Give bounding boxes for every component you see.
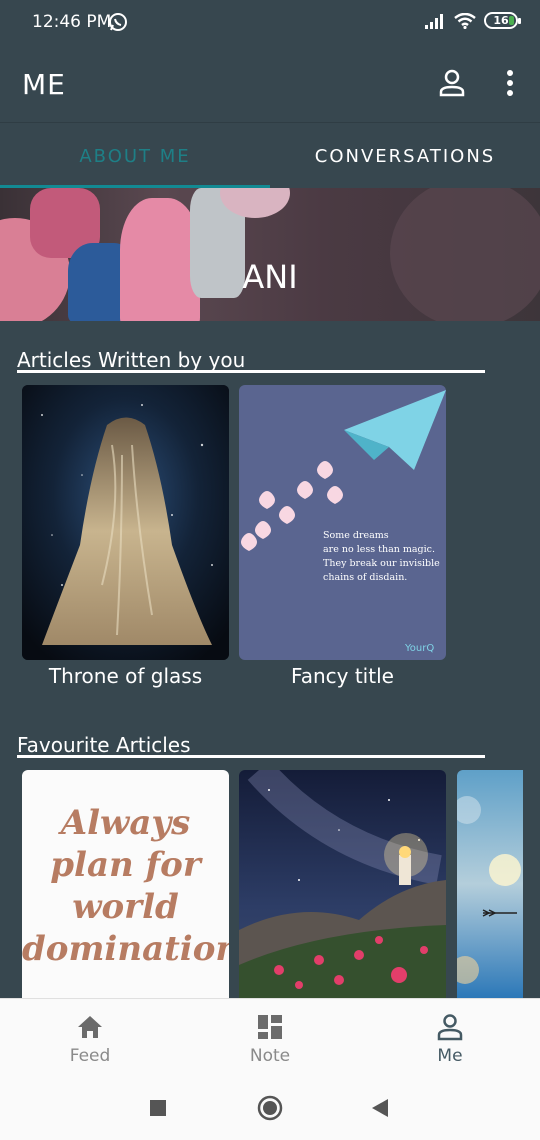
back-icon[interactable] (371, 1098, 389, 1118)
whatsapp-icon (109, 13, 127, 31)
app-title: ME (22, 68, 66, 101)
bokeh-image (457, 770, 523, 998)
nav-label-note: Note (249, 1046, 291, 1066)
section-divider (17, 370, 485, 373)
article-card-throne-of-glass[interactable] (22, 385, 229, 660)
profile-icon[interactable] (438, 68, 466, 98)
nav-item-feed[interactable]: Feed (0, 999, 180, 1077)
nav-label-feed: Feed (69, 1046, 111, 1066)
favourite-card-3[interactable] (457, 770, 523, 998)
home-circle-icon[interactable] (257, 1095, 283, 1121)
lighthouse-image (239, 770, 446, 998)
system-navigation-bar (0, 1076, 540, 1140)
article-caption-throne-of-glass[interactable]: Throne of glass (22, 664, 229, 688)
profile-name: ANI (242, 258, 298, 296)
nav-item-note[interactable]: Note (180, 999, 360, 1077)
status-bar: 12:46 PM 16 (0, 0, 540, 48)
person-icon (437, 1014, 463, 1041)
status-time: 12:46 PM (32, 12, 112, 32)
quote-line: chains of disdain. (323, 572, 408, 583)
more-vert-icon[interactable] (500, 68, 520, 98)
recents-icon[interactable] (149, 1099, 167, 1117)
favourite-card-2[interactable] (239, 770, 446, 998)
favourite-card-quote: Always plan for world domination (22, 802, 229, 970)
quote-line: Always (60, 803, 191, 843)
article-image-hair (22, 385, 229, 660)
battery-icon: 16 (484, 12, 521, 29)
quote-text: Some dreams are no less than magic. They… (323, 529, 440, 585)
tab-bar: ABOUT ME CONVERSATIONS (0, 122, 540, 189)
bottom-navigation: Feed Note Me (0, 998, 540, 1076)
tab-about-me[interactable]: ABOUT ME (0, 123, 270, 189)
battery-level: 16 (493, 14, 509, 27)
quote-line: world (72, 887, 179, 927)
quote-line: domination (22, 929, 229, 969)
quote-line: They break our invisible (323, 558, 440, 569)
section-divider (17, 755, 485, 758)
quote-line: plan for (50, 845, 201, 885)
nav-item-me[interactable]: Me (360, 999, 540, 1077)
watermark: YourQ (405, 643, 435, 654)
status-icons: 16 (424, 12, 521, 29)
article-caption-fancy-title[interactable]: Fancy title (239, 664, 446, 688)
wifi-icon (454, 12, 476, 29)
tab-conversations[interactable]: CONVERSATIONS (270, 123, 540, 189)
section-title-favourite-articles: Favourite Articles (17, 733, 191, 757)
paper-plane-illustration (241, 390, 446, 551)
favourite-card-1[interactable]: Always plan for world domination (22, 770, 229, 998)
article-card-fancy-title[interactable]: Some dreams are no less than magic. They… (239, 385, 446, 660)
quote-line: Some dreams (323, 530, 389, 541)
quote-line: are no less than magic. (323, 544, 436, 555)
profile-banner: ANI (0, 188, 540, 321)
signal-icon (425, 13, 443, 29)
app-bar: ME (0, 48, 540, 122)
nav-label-me: Me (437, 1046, 463, 1066)
section-title-articles-written: Articles Written by you (17, 348, 246, 372)
home-icon (78, 1016, 102, 1038)
dashboard-icon (258, 1015, 282, 1039)
